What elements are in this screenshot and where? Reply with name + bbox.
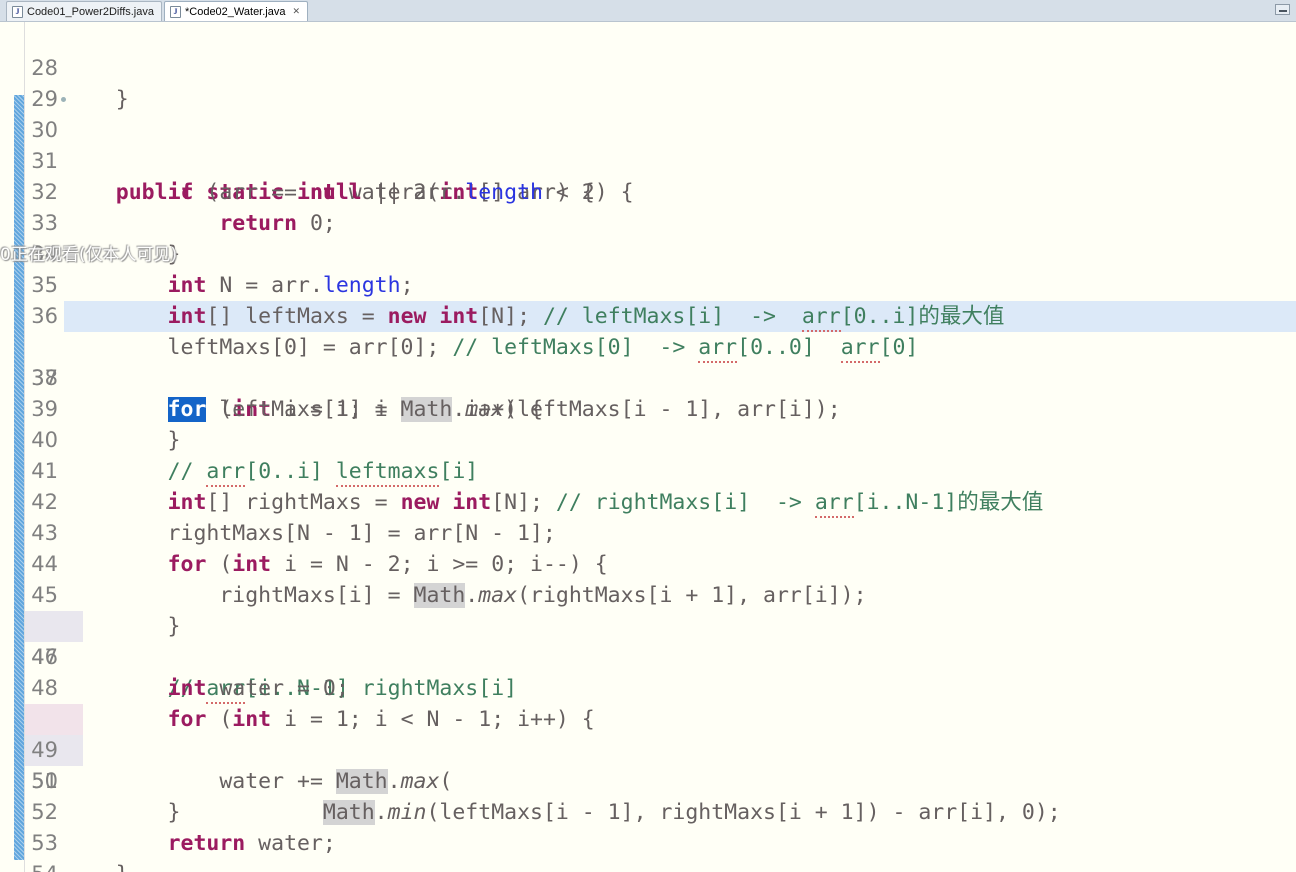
- tab-label: *Code02_Water.java: [184, 5, 286, 18]
- line-content[interactable]: rightMaxs[i] = Math.max(rightMaxs[i + 1]…: [64, 580, 867, 611]
- line-number: 54: [0, 859, 58, 872]
- line-number: 39: [31, 397, 58, 421]
- line-number: 28: [31, 56, 58, 80]
- code-line: 35 int[] leftMaxs = new int[N]; // leftM…: [0, 239, 1296, 332]
- line-number: 35: [31, 273, 58, 297]
- code-line: 28 }: [0, 22, 1296, 112]
- tab-label: Code01_Power2Diffs.java: [27, 5, 154, 18]
- minimize-icon[interactable]: [1275, 4, 1290, 15]
- code-line: 32 return 0;: [0, 146, 1296, 236]
- line-content[interactable]: }: [64, 84, 129, 115]
- line-number: 36: [31, 304, 58, 328]
- line-number: 30: [31, 118, 58, 142]
- line-content[interactable]: }: [64, 425, 181, 456]
- line-number: 49: [31, 738, 58, 762]
- code-line: 48 for (int i = 1; i < N - 1; i++) {: [0, 642, 1296, 732]
- line-number: 48: [31, 676, 58, 700]
- line-number: 45: [31, 583, 58, 607]
- close-icon[interactable]: ✕: [292, 7, 300, 16]
- line-content[interactable]: int[] rightMaxs = new int[N]; // rightMa…: [64, 487, 1043, 518]
- line-content[interactable]: int N = arr.length;: [64, 270, 414, 301]
- line-content[interactable]: }: [64, 611, 181, 642]
- line-number: 41: [31, 459, 58, 483]
- line-number: 32: [31, 180, 58, 204]
- code-line: 31 if (arr == null || arr.length < 2) {: [0, 115, 1296, 205]
- line-number: 38: [31, 366, 58, 390]
- line-number: 47: [31, 645, 58, 669]
- line-number: 52: [31, 800, 58, 824]
- line-number: 51: [31, 769, 58, 793]
- code-line: 51 }: [0, 735, 1296, 825]
- line-content[interactable]: }: [64, 859, 129, 872]
- line-content[interactable]: if (arr == null || arr.length < 2) {: [64, 177, 634, 208]
- line-content[interactable]: water += Math.max(: [64, 766, 452, 797]
- code-line: 41 int[] rightMaxs = new int[N]; // righ…: [0, 425, 1296, 518]
- line-number: 31: [31, 149, 58, 173]
- line-content[interactable]: for (int i = 1; i < N - 1; i++) {: [64, 704, 595, 735]
- line-number: 29: [31, 87, 58, 111]
- java-file-icon: J: [169, 5, 181, 18]
- code-line: 30 public static int water2(int[] arr) {: [0, 84, 1296, 205]
- line-content[interactable]: leftMaxs[0] = arr[0]; // leftMaxs[0] -> …: [64, 332, 918, 363]
- line-content[interactable]: return 0;: [64, 208, 336, 239]
- line-content[interactable]: Math.min(leftMaxs[i - 1], rightMaxs[i + …: [64, 797, 1061, 828]
- line-number: 42: [31, 490, 58, 514]
- code-line: 47 int water = 0;: [0, 611, 1296, 701]
- tab-code02-water[interactable]: J *Code02_Water.java ✕: [163, 1, 309, 21]
- line-content[interactable]: for (int i = N - 2; i >= 0; i--) {: [64, 549, 608, 580]
- editor-tab-bar: J Code01_Power2Diffs.java J *Code02_Wate…: [0, 0, 1296, 22]
- code-line: 39 }: [0, 363, 1296, 453]
- code-editor[interactable]: 28 } 29 30 public static int water2(int[…: [0, 22, 1296, 872]
- tab-code01-power2diffs[interactable]: J Code01_Power2Diffs.java: [6, 1, 162, 21]
- line-content[interactable]: rightMaxs[N - 1] = arr[N - 1];: [64, 518, 556, 549]
- code-line: 29: [0, 53, 1296, 111]
- folding-marker-icon[interactable]: [61, 97, 66, 102]
- line-number: 33: [31, 211, 58, 235]
- line-content[interactable]: int[] leftMaxs = new int[N]; // leftMaxs…: [64, 301, 1004, 332]
- line-content[interactable]: int water = 0;: [64, 673, 349, 704]
- line-content[interactable]: }: [64, 239, 181, 270]
- line-number: 44: [31, 552, 58, 576]
- line-number: 40: [31, 428, 58, 452]
- line-number: 53: [31, 831, 58, 855]
- line-content[interactable]: // arr[0..i] leftmaxs[i]: [64, 456, 478, 487]
- line-content[interactable]: leftMaxs[i] = Math.max(leftMaxs[i - 1], …: [64, 394, 841, 425]
- line-number: 34: [31, 242, 58, 266]
- line-number: 43: [31, 521, 58, 545]
- line-content[interactable]: return water;: [64, 828, 336, 859]
- line-content[interactable]: }: [64, 797, 181, 828]
- java-file-icon: J: [12, 5, 23, 18]
